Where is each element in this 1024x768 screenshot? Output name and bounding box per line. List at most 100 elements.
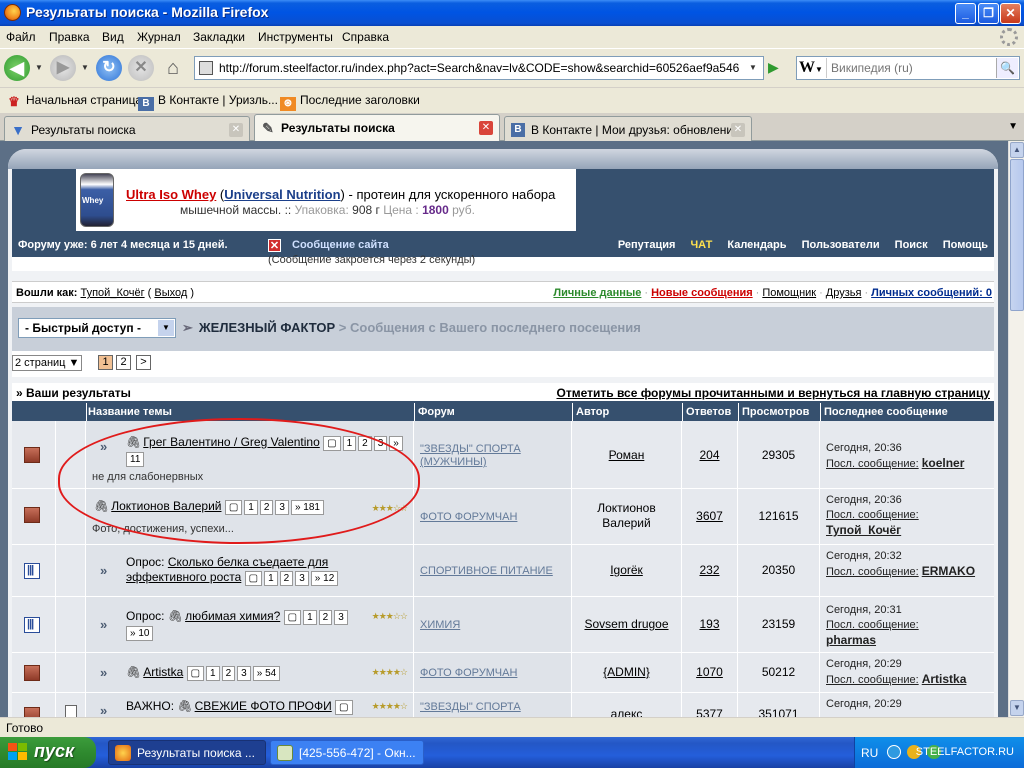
replies-count[interactable]: 5377 <box>682 707 737 717</box>
brand-link[interactable]: Universal Nutrition <box>224 187 340 202</box>
product-link[interactable]: Ultra Iso Whey <box>126 187 216 202</box>
task-firefox[interactable]: Результаты поиска ... <box>108 740 266 765</box>
table-row[interactable]: » Опрос: Сколько белка съедаете для эффе… <box>12 545 994 597</box>
profile-link[interactable]: Личные данные <box>553 287 641 299</box>
forum-link[interactable]: СПОРТИВНОЕ ПИТАНИЕ <box>420 565 553 578</box>
topic-link[interactable]: любимая химия? <box>185 609 280 623</box>
topic-link[interactable]: СВЕЖИЕ ФОТО ПРОФИ <box>195 699 332 713</box>
reload-button[interactable]: ↻ <box>96 55 122 81</box>
close-button[interactable]: ✕ <box>1000 3 1021 24</box>
table-row[interactable]: » ВАЖНО: 🖇 СВЕЖИЕ ФОТО ПРОФИ ▢ ★★★★☆ "ЗВЕ… <box>12 693 994 717</box>
last-post-link[interactable]: Посл. сообщение: <box>826 458 919 470</box>
network-icon[interactable] <box>887 745 901 759</box>
forum-link[interactable]: ФОТО ФОРУМЧАН <box>420 667 517 680</box>
wikipedia-icon[interactable]: W▼ <box>799 58 827 78</box>
window-titlebar[interactable]: Результаты поиска - Mozilla Firefox _ ❐ … <box>0 0 1024 26</box>
quick-access-select[interactable]: - Быстрый доступ - ▼ <box>18 318 176 338</box>
go-button[interactable]: ▶ <box>768 59 784 77</box>
last-poster-link[interactable]: koelner <box>922 456 965 470</box>
topic-link[interactable]: Artistka <box>143 665 183 679</box>
url-text[interactable]: http://forum.steelfactor.ru/index.php?ac… <box>219 61 739 77</box>
menu-edit[interactable]: Правка <box>49 30 90 44</box>
replies-count[interactable]: 232 <box>682 563 737 578</box>
pages-dropdown[interactable]: 2 страниц ▼ <box>12 355 83 371</box>
bookmark-latest-headlines[interactable]: ⊛ Последние заголовки <box>280 93 420 111</box>
replies-count[interactable]: 3607 <box>682 509 737 524</box>
menu-tools[interactable]: Инструменты <box>258 30 333 44</box>
assistant-link[interactable]: Помощник <box>762 287 816 299</box>
nav-chat[interactable]: ЧАТ <box>690 239 712 251</box>
table-row[interactable]: » Опрос: 🖇любимая химия? ▢123 » 10 ★★★☆☆… <box>12 597 994 653</box>
last-post-link[interactable]: Посл. сообщение: <box>826 619 919 631</box>
goto-last-post-icon[interactable]: » <box>100 617 107 632</box>
author-link[interactable]: Роман <box>572 448 681 463</box>
last-poster-link[interactable]: pharmas <box>826 633 876 647</box>
table-row[interactable]: » 🖇 Artistka ▢ 1 2 3» 54 ★★★★☆ ФОТО ФОРУМЧАН… <box>12 653 994 693</box>
breadcrumb-root[interactable]: ЖЕЛЕЗНЫЙ ФАКТОР <box>199 320 335 335</box>
menu-bookmarks[interactable]: Закладки <box>193 30 245 44</box>
search-input[interactable] <box>831 59 991 77</box>
language-indicator[interactable]: RU <box>861 746 878 760</box>
menu-view[interactable]: Вид <box>102 30 124 44</box>
tab-search-results-2[interactable]: ✎ Результаты поиска ✕ <box>254 114 500 141</box>
last-poster-link[interactable]: ERMAKO <box>922 564 975 578</box>
task-window[interactable]: [425-556-472] - Окн... <box>270 740 424 765</box>
tab-search-results-1[interactable]: ▼ Результаты поиска ✕ <box>4 116 250 141</box>
tab-close-icon[interactable]: ✕ <box>479 121 493 135</box>
scroll-down-icon[interactable]: ▼ <box>1010 700 1024 716</box>
goto-last-post-icon[interactable]: » <box>100 563 107 578</box>
start-button[interactable]: пуск <box>0 737 96 768</box>
stop-button[interactable]: ✕ <box>128 55 154 81</box>
minimize-button[interactable]: _ <box>955 3 976 24</box>
private-messages-link[interactable]: Личных сообщений: 0 <box>871 287 992 299</box>
back-history-icon[interactable]: ▼ <box>34 55 44 81</box>
site-message-link[interactable]: Сообщение сайта <box>292 239 389 251</box>
forward-button[interactable]: ▶ <box>50 55 76 81</box>
close-message-icon[interactable]: ✕ <box>268 239 281 252</box>
author-link[interactable]: алекс <box>572 707 681 717</box>
home-button[interactable]: ⌂ <box>160 55 186 81</box>
replies-count[interactable]: 193 <box>682 617 737 632</box>
friends-link[interactable]: Друзья <box>826 287 862 299</box>
search-box[interactable]: W▼ 🔍 <box>796 56 1020 80</box>
maximize-button[interactable]: ❐ <box>978 3 999 24</box>
tab-vkontakte[interactable]: B В Контакте | Мои друзья: обновления ✕ <box>504 116 752 141</box>
menu-help[interactable]: Справка <box>342 30 389 44</box>
forum-link[interactable]: ФОТО ФОРУМЧАН <box>420 511 517 524</box>
forum-link[interactable]: "ЗВЕЗДЫ" СПОРТА <box>420 701 521 714</box>
tab-close-icon[interactable]: ✕ <box>731 123 745 137</box>
last-poster-link[interactable]: Тупой_Кочёг <box>826 523 901 537</box>
scroll-up-icon[interactable]: ▲ <box>1010 142 1024 158</box>
url-dropdown-icon[interactable]: ▼ <box>745 59 761 77</box>
url-bar[interactable]: http://forum.steelfactor.ru/index.php?ac… <box>194 56 764 80</box>
last-post-link[interactable]: Посл. сообщение: <box>826 509 919 521</box>
page-1[interactable]: 1 <box>98 355 113 370</box>
tab-list-icon[interactable]: ▼ <box>1008 121 1018 132</box>
last-post-link[interactable]: Посл. сообщение: <box>826 674 919 686</box>
bookmark-vkontakte[interactable]: BВ Контакте | Уризль... <box>138 93 278 111</box>
nav-users[interactable]: Пользователи <box>802 239 880 251</box>
scroll-thumb[interactable] <box>1010 159 1024 311</box>
author-link[interactable]: Igorёк <box>572 563 681 578</box>
nav-search[interactable]: Поиск <box>895 239 928 251</box>
goto-last-post-icon[interactable]: » <box>100 665 107 680</box>
page-next[interactable]: > <box>136 355 151 370</box>
forum-link[interactable]: "ЗВЕЗДЫ" СПОРТА (МУЖЧИНЫ) <box>420 443 550 469</box>
nav-reputation[interactable]: Репутация <box>618 239 676 251</box>
author-link[interactable]: Локтионов Валерий <box>572 501 681 531</box>
author-link[interactable]: Sovsem drugoe <box>572 617 681 632</box>
vertical-scrollbar[interactable]: ▲ ▼ <box>1008 141 1024 717</box>
username-link[interactable]: Тупой_Кочёг <box>81 287 145 299</box>
replies-count[interactable]: 1070 <box>682 665 737 680</box>
last-poster-link[interactable]: Artistka <box>922 672 967 686</box>
back-button[interactable]: ◀ <box>4 55 30 81</box>
mark-all-read-link[interactable]: Отметить все форумы прочитанными и верну… <box>557 386 991 400</box>
page-2[interactable]: 2 <box>116 355 131 370</box>
ad-banner[interactable]: Ultra Iso Whey (Universal Nutrition) - п… <box>76 169 576 231</box>
bookmark-home[interactable]: ♛ Начальная страница <box>6 93 142 109</box>
tab-close-icon[interactable]: ✕ <box>229 123 243 137</box>
search-icon[interactable]: 🔍 <box>996 58 1018 78</box>
author-link[interactable]: {ADMIN} <box>572 665 681 680</box>
menu-history[interactable]: Журнал <box>137 30 181 44</box>
nav-help[interactable]: Помощь <box>943 239 988 251</box>
